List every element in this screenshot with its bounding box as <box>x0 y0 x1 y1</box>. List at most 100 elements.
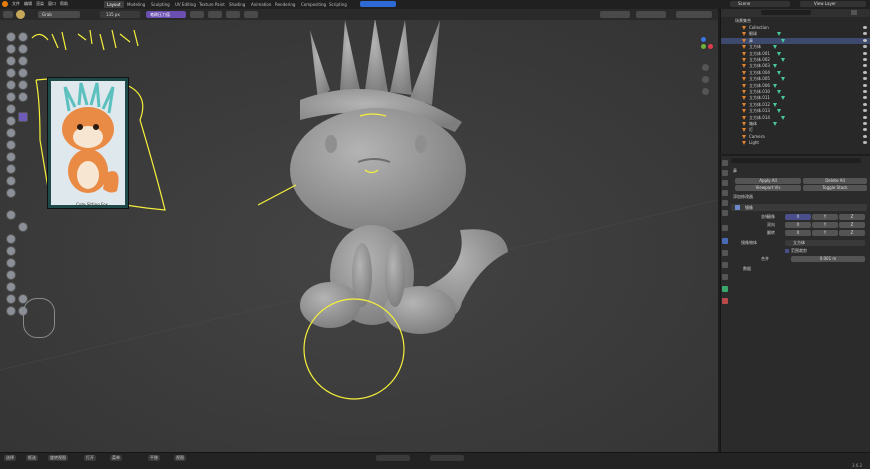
camera-view-icon[interactable] <box>702 88 709 95</box>
outliner-item[interactable]: 立方体.004 <box>721 70 870 76</box>
strength-field[interactable]: 笔刷压力值 <box>146 11 186 18</box>
mirror-object-field[interactable]: 立方体 <box>785 240 865 246</box>
tool-rotate-icon[interactable] <box>6 176 16 186</box>
gizmo-x-icon[interactable] <box>708 44 713 49</box>
tool-mask-icon[interactable] <box>6 210 16 220</box>
outliner-item[interactable]: 立方体.001 <box>721 51 870 57</box>
menu-window[interactable]: 窗口 <box>48 1 56 7</box>
modifier-icon[interactable] <box>777 32 781 37</box>
filter-icon[interactable] <box>851 10 857 15</box>
flip-x-toggle[interactable]: X <box>785 230 811 236</box>
tool-layer-icon[interactable] <box>6 56 16 66</box>
outliner-item[interactable]: Camera <box>721 134 870 140</box>
pan-icon[interactable] <box>702 76 709 83</box>
status-select-button[interactable]: 选择 <box>4 455 16 461</box>
menu-file[interactable]: 文件 <box>12 1 20 7</box>
visibility-eye-icon[interactable] <box>863 102 867 106</box>
tool-multiplane-icon[interactable] <box>6 104 16 114</box>
material-tab-icon[interactable] <box>722 298 728 304</box>
viewport-vis-button[interactable]: Viewport Vis <box>735 185 801 191</box>
symmetry-toggle[interactable] <box>600 11 630 18</box>
modifier-tab-icon[interactable] <box>722 238 728 244</box>
visibility-eye-icon[interactable] <box>863 45 867 49</box>
modifier-icon[interactable] <box>777 51 781 56</box>
mode-icon[interactable] <box>3 11 13 18</box>
menu-render[interactable]: 渲染 <box>36 1 44 7</box>
outliner-search-input[interactable] <box>761 10 811 15</box>
modifier-icon[interactable] <box>777 90 781 94</box>
tool-draw-icon[interactable] <box>6 32 16 42</box>
status-menu-button[interactable]: 菜单 <box>110 455 122 461</box>
modifier-icon[interactable] <box>773 64 777 69</box>
tab-modeling[interactable]: Modeling <box>124 1 148 8</box>
status-view-button[interactable]: 视图 <box>174 455 186 461</box>
scene-selector[interactable]: Scene <box>730 1 790 7</box>
status-pan-button[interactable]: 平移 <box>148 455 160 461</box>
mirror-y-toggle[interactable]: Y <box>812 214 838 220</box>
tool-flatten-icon[interactable] <box>18 80 28 90</box>
outliner-item[interactable]: 立方体.011 <box>721 95 870 101</box>
tool-inflate-icon[interactable] <box>18 56 28 66</box>
modifier-icon[interactable] <box>781 115 785 120</box>
menu-help[interactable]: 帮助 <box>60 1 68 7</box>
outliner-item[interactable]: 立方体.014 <box>721 115 870 121</box>
physics-tab-icon[interactable] <box>722 262 728 268</box>
overlay-button[interactable] <box>676 11 712 18</box>
status-box-select-button[interactable]: 框选 <box>26 455 38 461</box>
add-modifier-button[interactable]: 添加修改器 <box>733 194 753 200</box>
tool-thumb-icon[interactable] <box>6 140 16 150</box>
bisect-z-toggle[interactable]: Z <box>839 222 865 228</box>
tab-scripting[interactable]: Scripting <box>326 1 350 8</box>
options-button[interactable] <box>636 11 666 18</box>
tab-shading[interactable]: Shading <box>226 1 248 8</box>
constraints-tab-icon[interactable] <box>722 274 728 280</box>
apply-all-button[interactable]: Apply All <box>735 178 801 184</box>
tab-layout[interactable]: Layout <box>104 1 124 8</box>
tool-fill-icon[interactable] <box>6 92 16 102</box>
modifier-header[interactable]: 镜像 <box>731 204 867 211</box>
outliner-item[interactable]: 立方体.010 <box>721 89 870 95</box>
tool-slide-relax-icon[interactable] <box>6 188 16 198</box>
visibility-eye-icon[interactable] <box>863 32 867 36</box>
tool-clay-strips-icon[interactable] <box>18 44 28 54</box>
particles-tab-icon[interactable] <box>722 250 728 256</box>
bisect-x-toggle[interactable]: X <box>785 222 811 228</box>
outliner-item[interactable]: 鼻 <box>721 37 870 44</box>
tool-draw-face-sets-icon[interactable] <box>18 222 28 232</box>
visibility-eye-icon[interactable] <box>863 109 867 113</box>
visibility-eye-icon[interactable] <box>863 96 867 100</box>
tool-smooth-icon[interactable] <box>6 80 16 90</box>
view-layer-tab-icon[interactable] <box>722 190 728 196</box>
tool-scale-icon[interactable] <box>6 306 16 316</box>
data-section-label[interactable]: 数据 <box>743 266 751 272</box>
gizmo-y-icon[interactable] <box>701 44 706 49</box>
object-tab-icon[interactable] <box>722 225 728 231</box>
modifier-icon[interactable] <box>773 122 777 126</box>
tool-nudge-icon[interactable] <box>6 164 16 174</box>
output-properties-tab-icon[interactable] <box>722 180 728 186</box>
tool-snake-hook-icon[interactable] <box>6 128 16 138</box>
visibility-eye-icon[interactable] <box>863 134 867 138</box>
header-dropdown-1[interactable] <box>190 11 204 18</box>
tool-properties-tab-icon[interactable] <box>722 160 728 166</box>
visibility-eye-icon[interactable] <box>863 51 867 55</box>
view-layer-selector[interactable]: View Layer <box>800 1 866 7</box>
properties-search[interactable] <box>731 158 861 163</box>
tool-clay-icon[interactable] <box>6 44 16 54</box>
scene-tab-icon[interactable] <box>722 200 728 206</box>
outliner-item[interactable]: 立方体.002 <box>721 57 870 63</box>
visibility-eye-icon[interactable] <box>863 58 867 61</box>
status-field-2[interactable] <box>430 455 464 461</box>
tool-grab-icon[interactable] <box>18 112 28 122</box>
outliner-item[interactable]: 立方体.005 <box>721 76 870 82</box>
status-open-button[interactable]: 打开 <box>84 455 96 461</box>
flip-z-toggle[interactable]: Z <box>839 230 865 236</box>
reference-image[interactable]: Cute Sitting Fox <box>47 77 129 209</box>
tab-sculpting[interactable]: Sculpting <box>148 1 173 8</box>
tool-box-hide-icon[interactable] <box>6 246 16 256</box>
outliner-item[interactable]: Light <box>721 140 870 146</box>
import-button[interactable] <box>360 1 396 7</box>
visibility-eye-icon[interactable] <box>863 115 867 119</box>
outliner-item[interactable]: 眼球 <box>721 31 870 37</box>
outliner-item[interactable]: 立方体 <box>721 44 870 50</box>
